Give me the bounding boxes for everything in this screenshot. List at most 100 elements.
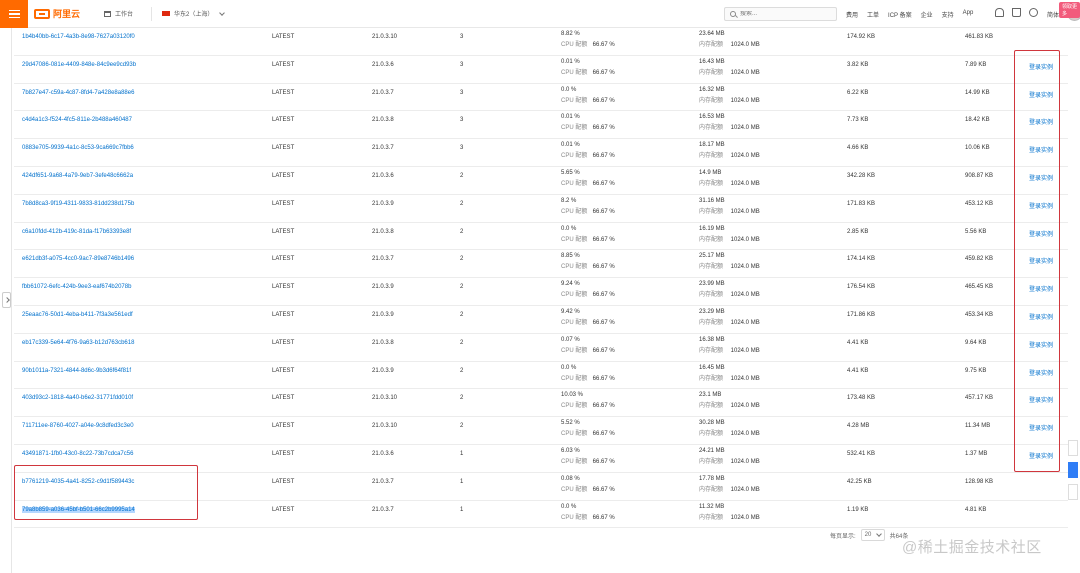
- cpu-cell: 9.42 % CPU 配额 66.67 %: [561, 307, 615, 329]
- instance-id-text: eb17c339-5e64-4f76-9a63-b12d763cb618: [22, 339, 135, 346]
- workbench-label: 工作台: [115, 12, 134, 18]
- instance-id[interactable]: 29d47086-081e-4409-848e-84c9ee9cd93b: [22, 62, 136, 68]
- memory-cell: 31.16 MB 内存配额 1024.0 MB: [699, 196, 760, 218]
- cpu-quota: 66.67 %: [592, 42, 615, 48]
- memory-cell: 23.1 MB 内存配额 1024.0 MB: [699, 390, 760, 412]
- traffic-in-cell: 7.73 KB: [847, 117, 869, 124]
- cpu-quota: 66.67 %: [592, 319, 615, 326]
- instance-id[interactable]: 7b827e47-c59a-4c87-8fd4-7a428e8a88e6: [22, 90, 134, 96]
- version-cell: LATEST: [272, 506, 295, 513]
- memory-cell: 18.17 MB 内存配额 1024.0 MB: [699, 140, 760, 162]
- cpu-quota-label: CPU 配额: [561, 375, 588, 382]
- search-box[interactable]: [724, 7, 837, 21]
- cpu-cell: 9.24 % CPU 配额 66.67 %: [561, 279, 615, 301]
- instance-id[interactable]: 0883e705-9939-4a1c-8c53-9ca669c7fbb6: [22, 145, 134, 151]
- cpu-quota-line: CPU 配额 66.67 %: [561, 262, 615, 273]
- cart-icon[interactable]: [1012, 8, 1021, 17]
- instance-id[interactable]: eb17c339-5e64-4f76-9a63-b12d763cb618: [22, 340, 134, 346]
- table-row: 7b827e47-c59a-4c87-8fd4-7a428e8a88e6 LATE…: [14, 84, 1068, 112]
- table-row: 1b4b40bb-6c17-4a3b-8e98-7627a03120f0 LATE…: [14, 28, 1068, 56]
- version-cell: LATEST: [272, 339, 295, 346]
- engine-version-cell: 21.0.3.7: [372, 145, 394, 152]
- pagination: 每页显示: 20 共64条: [830, 529, 908, 541]
- link-support[interactable]: 支持: [942, 10, 954, 19]
- instance-id[interactable]: 90b1011a-7321-4844-8d6c-9b3d6f64f81f: [22, 368, 131, 374]
- link-billing[interactable]: 费用: [846, 10, 858, 19]
- region-selector[interactable]: 华东2（上海）: [151, 6, 226, 21]
- memory-quota-label: 内存配额: [699, 403, 724, 410]
- instance-id[interactable]: 43491871-1fb0-43c0-8c22-73b7cdca7c56: [22, 451, 133, 457]
- link-ticket[interactable]: 工单: [867, 10, 879, 19]
- cpu-usage: 0.0 %: [561, 225, 577, 232]
- traffic-out-cell: 4.81 KB: [965, 506, 987, 513]
- memory-quota-label: 内存配额: [699, 180, 724, 187]
- memory-usage: 25.17 MB: [699, 253, 725, 260]
- search-icon: [730, 11, 736, 17]
- link-app[interactable]: App: [963, 10, 974, 19]
- cpu-usage: 0.01 %: [561, 58, 580, 65]
- instance-id[interactable]: fbb61072-6efc-424b-9ee3-eaf674b2078b: [22, 284, 131, 290]
- traffic-out-cell: 18.42 KB: [965, 117, 990, 124]
- chat-icon[interactable]: [1068, 462, 1078, 478]
- version-cell: LATEST: [272, 256, 295, 263]
- china-flag-icon: [162, 11, 171, 16]
- memory-cell: 16.53 MB 内存配额 1024.0 MB: [699, 112, 760, 134]
- instance-id[interactable]: 424df651-9a68-4a79-9eb7-3efe48c6662a: [22, 173, 133, 179]
- menu-button[interactable]: [0, 0, 28, 28]
- cpu-quota-line: CPU 配额 66.67 %: [561, 457, 615, 468]
- version-cell: LATEST: [272, 284, 295, 291]
- search-input[interactable]: [740, 11, 830, 17]
- help-icon[interactable]: [1029, 8, 1038, 17]
- cpu-quota-label: CPU 配额: [561, 264, 588, 271]
- memory-usage: 23.99 MB: [699, 281, 725, 288]
- count-cell: 2: [460, 339, 464, 346]
- per-page-label: 每页显示:: [830, 533, 856, 540]
- memory-cell: 14.9 MB 内存配额 1024.0 MB: [699, 168, 760, 190]
- link-enterprise[interactable]: 企业: [921, 10, 933, 19]
- page-size-select[interactable]: 20: [860, 529, 885, 541]
- traffic-in-cell: 6.22 KB: [847, 89, 869, 96]
- cpu-usage: 8.82 %: [561, 31, 580, 37]
- instance-id[interactable]: 7b8d8ca3-9f19-4311-9833-81dd238d175b: [22, 201, 134, 207]
- engine-version-cell: 21.0.3.6: [372, 61, 394, 68]
- instance-id[interactable]: c6a10fdd-412b-419c-81da-f17b63393e8f: [22, 229, 131, 235]
- memory-quota-line: 内存配额 1024.0 MB: [699, 513, 760, 524]
- cpu-usage: 8.2 %: [561, 197, 577, 204]
- instance-id-text: 25eaac76-50d1-4eba-b411-7f3a3e561edf: [22, 311, 133, 318]
- watermark: @稀土掘金技术社区: [902, 539, 1042, 556]
- memory-cell: 23.99 MB 内存配额 1024.0 MB: [699, 279, 760, 301]
- memory-quota: 1024.0 MB: [730, 208, 760, 215]
- memory-quota: 1024.0 MB: [730, 458, 760, 465]
- instance-id[interactable]: 25eaac76-50d1-4eba-b411-7f3a3e561edf: [22, 312, 133, 318]
- version-cell: LATEST: [272, 172, 295, 179]
- instance-id[interactable]: 403d93c2-1818-4a40-b6e2-31771fdd010f: [22, 395, 133, 401]
- instance-id-text: 7b8d8ca3-9f19-4311-9833-81dd238d175b: [22, 200, 135, 207]
- memory-quota-line: 内存配额 1024.0 MB: [699, 374, 760, 385]
- count-cell: 1: [460, 450, 464, 457]
- bell-icon[interactable]: [995, 8, 1004, 17]
- cpu-usage: 9.24 %: [561, 281, 580, 288]
- link-icp[interactable]: ICP 备案: [888, 10, 912, 19]
- cpu-quota: 66.67 %: [592, 208, 615, 215]
- promo-ribbon[interactable]: 领取更多: [1059, 2, 1080, 18]
- cpu-quota-line: CPU 配额 66.67 %: [561, 290, 615, 301]
- instance-id[interactable]: 711711ee-8760-4027-a04e-9c8dfed3c3e0: [22, 423, 134, 429]
- cpu-quota-label: CPU 配额: [561, 236, 588, 243]
- workbench-link[interactable]: 工作台: [104, 9, 133, 18]
- memory-quota: 1024.0 MB: [730, 153, 760, 160]
- flask-icon[interactable]: [1068, 440, 1078, 456]
- instance-id[interactable]: e621db3f-a075-4cc0-9ac7-89e8746b1496: [22, 256, 134, 262]
- memory-quota: 1024.0 MB: [730, 403, 760, 410]
- cpu-quota-label: CPU 配额: [561, 180, 588, 187]
- table-row: eb17c339-5e64-4f76-9a63-b12d763cb618 LATE…: [14, 334, 1068, 362]
- instance-id[interactable]: c4d4a1c3-f524-4fc5-811e-2b488a460487: [22, 117, 132, 123]
- memory-quota-label: 内存配额: [699, 264, 724, 271]
- language-switch[interactable]: 简体: [1047, 10, 1059, 19]
- cpu-quota-line: CPU 配额 66.67 %: [561, 318, 615, 329]
- apps-icon[interactable]: [1068, 484, 1078, 500]
- instance-id[interactable]: 1b4b40bb-6c17-4a3b-8e98-7627a03120f0: [22, 34, 135, 40]
- logo[interactable]: 阿里云: [34, 7, 80, 20]
- sidebar-expand-toggle[interactable]: [2, 292, 11, 308]
- memory-usage: 16.32 MB: [699, 86, 725, 93]
- cpu-cell: 0.0 % CPU 配额 66.67 %: [561, 85, 615, 107]
